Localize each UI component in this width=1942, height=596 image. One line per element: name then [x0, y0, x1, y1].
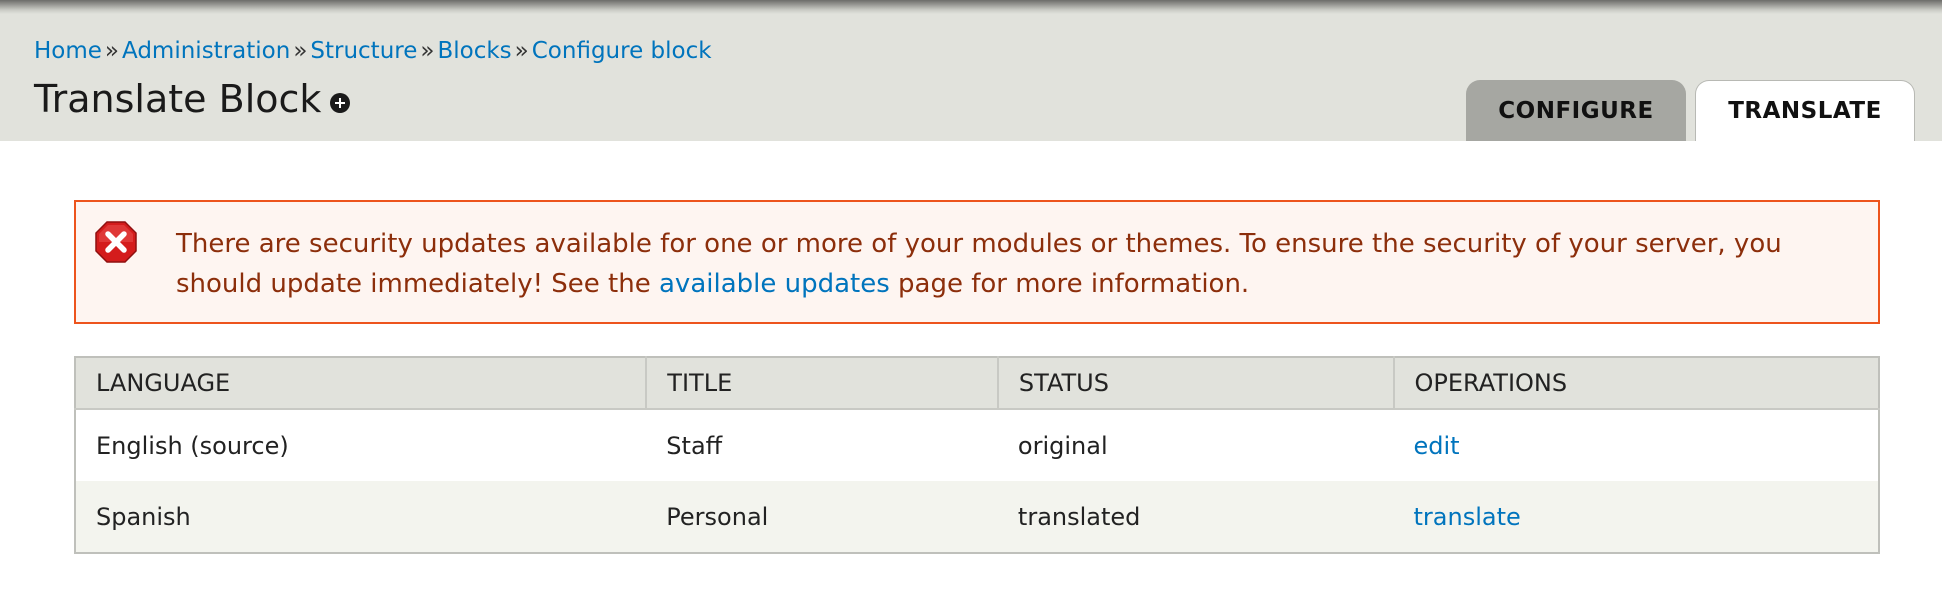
title-cell: Staff	[646, 409, 998, 481]
translations-table: LANGUAGE TITLE STATUS OPERATIONS English…	[74, 356, 1880, 554]
breadcrumb-separator: »	[420, 38, 435, 64]
title-cell: Personal	[646, 481, 998, 553]
add-shortcut-icon[interactable]	[330, 93, 350, 113]
breadcrumb-configure-block-link[interactable]: Configure block	[532, 38, 712, 64]
edit-link[interactable]: edit	[1414, 432, 1460, 460]
breadcrumb-separator: »	[514, 38, 529, 64]
column-header-language: LANGUAGE	[75, 357, 648, 410]
operations-cell: translate	[1393, 481, 1879, 553]
message-text-after: page for more information.	[889, 269, 1250, 299]
tab-translate[interactable]: TRANSLATE	[1695, 80, 1915, 141]
breadcrumb-home-link[interactable]: Home	[34, 38, 102, 64]
error-message-text: There are security updates available for…	[176, 224, 1866, 304]
breadcrumb-blocks-link[interactable]: Blocks	[437, 38, 511, 64]
translate-link[interactable]: translate	[1414, 503, 1521, 531]
error-message: There are security updates available for…	[74, 200, 1880, 324]
page-title: Translate Block	[34, 77, 322, 121]
column-header-status: STATUS	[997, 357, 1395, 410]
tab-configure-label: CONFIGURE	[1498, 97, 1654, 124]
breadcrumb-administration-link[interactable]: Administration	[122, 38, 290, 64]
column-header-title: TITLE	[646, 357, 999, 410]
table-header-row: LANGUAGE TITLE STATUS OPERATIONS	[75, 357, 1879, 410]
table-row: English (source) Staff original edit	[75, 409, 1879, 481]
operations-cell: edit	[1393, 409, 1879, 481]
column-header-operations: OPERATIONS	[1393, 357, 1879, 410]
tab-translate-label: TRANSLATE	[1728, 98, 1882, 124]
status-cell: translated	[997, 481, 1394, 553]
table-row: Spanish Personal translated translate	[75, 481, 1879, 553]
tab-configure[interactable]: CONFIGURE	[1466, 80, 1686, 141]
status-cell: original	[997, 409, 1394, 481]
breadcrumb-separator: »	[104, 38, 119, 64]
available-updates-link[interactable]: available updates	[659, 269, 890, 299]
language-cell: Spanish	[75, 481, 647, 553]
error-x-icon	[95, 221, 137, 263]
language-cell: English (source)	[75, 409, 647, 481]
breadcrumb: Home» Administration» Structure» Blocks» Con…	[34, 36, 712, 66]
toolbar-shadow	[0, 0, 1942, 14]
breadcrumb-separator: »	[293, 38, 308, 64]
breadcrumb-structure-link[interactable]: Structure	[310, 38, 417, 64]
page-header: Home» Administration» Structure» Blocks» Con…	[0, 0, 1942, 141]
